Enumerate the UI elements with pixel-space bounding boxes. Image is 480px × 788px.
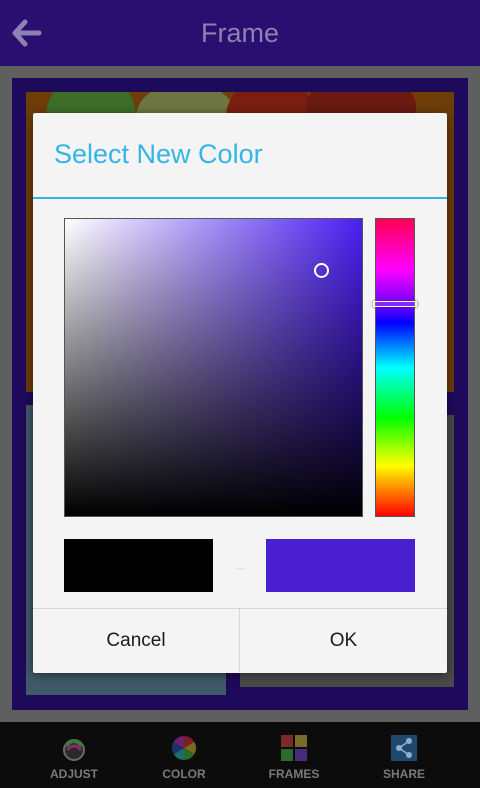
- frames-icon: [281, 735, 307, 761]
- saturation-value-panel[interactable]: [64, 218, 363, 517]
- title-divider: [33, 197, 447, 199]
- frames-label: FRAMES: [268, 767, 320, 781]
- color-label: COLOR: [162, 767, 206, 781]
- share-button[interactable]: SHARE: [349, 722, 459, 788]
- saturation-value-cursor[interactable]: [314, 263, 329, 278]
- color-picker-dialog: Select New Color → Cancel OK: [33, 113, 447, 673]
- dialog-title: Select New Color: [54, 139, 263, 169]
- hue-slider[interactable]: [373, 218, 417, 517]
- color-button[interactable]: COLOR: [129, 722, 239, 788]
- bottom-toolbar: ADJUST COLOR FRAMES SHARE: [0, 722, 480, 788]
- app-bar: Frame: [0, 0, 480, 66]
- hue-slider-handle[interactable]: [373, 301, 417, 307]
- adjust-icon: [63, 739, 85, 761]
- ok-button[interactable]: OK: [240, 609, 447, 673]
- share-icon: [391, 735, 417, 761]
- arrow-right-icon: →: [233, 558, 247, 574]
- frames-button[interactable]: FRAMES: [239, 722, 349, 788]
- new-color-swatch: [266, 539, 415, 592]
- page-title: Frame: [200, 18, 279, 48]
- old-color-swatch: [64, 539, 213, 592]
- color-wheel-icon: [171, 736, 197, 760]
- adjust-button[interactable]: ADJUST: [19, 722, 129, 788]
- adjust-label: ADJUST: [49, 767, 98, 781]
- share-label: SHARE: [382, 767, 425, 781]
- cancel-button[interactable]: Cancel: [33, 609, 239, 673]
